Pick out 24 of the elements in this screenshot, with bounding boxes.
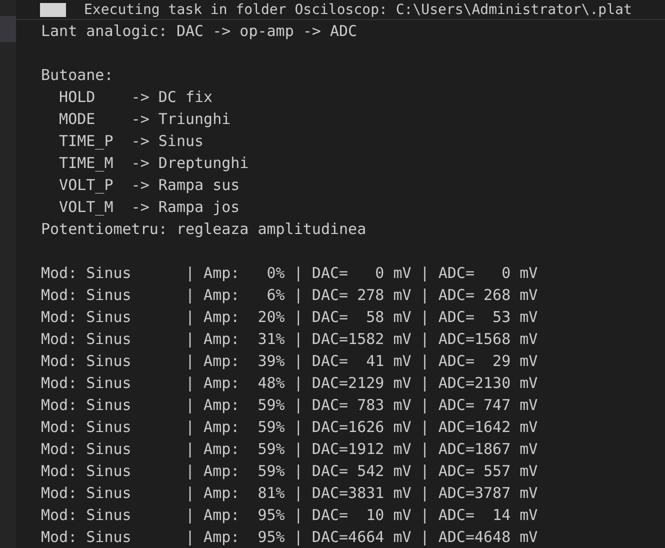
terminal-line: VOLT_M -> Rampa jos (58, 197, 241, 218)
terminal-line: VOLT_P -> Rampa sus (58, 175, 241, 196)
terminal-line: Mod: Sinus | Amp: 59% | DAC= 542 mV | ADC= 557 mV (41, 461, 539, 482)
terminal-line: Mod: Sinus | Amp: 95% | DAC= 10 mV | ADC= 14 mV (41, 505, 539, 526)
terminal-line: Mod: Sinus | Amp: 39% | DAC= 41 mV | ADC= 29 mV (41, 351, 539, 372)
terminal-line: Mod: Sinus | Amp: 0% | DAC= 0 mV | ADC= 0 mV (41, 263, 539, 284)
terminal-line: TIME_P -> Sinus (58, 131, 205, 152)
terminal-line: Mod: Sinus | Amp: 59% | DAC=1626 mV | ADC=1642 mV (41, 417, 539, 438)
task-banner-text: Executing task in folder Osciloscop: C:\Users\Administrator\.plat (84, 0, 632, 19)
terminal-line: HOLD -> DC fix (58, 87, 214, 108)
terminal-line: Mod: Sinus | Amp: 20% | DAC= 58 mV | ADC= 53 mV (41, 307, 539, 328)
terminal-line: Mod: Sinus | Amp: 6% | DAC= 278 mV | ADC= 268 mV (41, 285, 539, 306)
terminal-line: Mod: Sinus | Amp: 31% | DAC=1582 mV | ADC=1568 mV (41, 329, 539, 350)
square-icon (40, 2, 66, 16)
terminal-line: Mod: Sinus | Amp: 59% | DAC=1912 mV | ADC=1867 mV (41, 439, 539, 460)
terminal-line: Mod: Sinus | Amp: 81% | DAC=3831 mV | ADC=3787 mV (41, 483, 539, 504)
terminal-line: Potentiometru: regleaza amplitudinea (41, 219, 368, 240)
terminal-line: TIME_M -> Dreptunghi (58, 153, 250, 174)
terminal-line: Mod: Sinus | Amp: 95% | DAC=4664 mV | ADC=4648 mV (41, 527, 539, 548)
terminal-line: Lant analogic: DAC -> op-amp -> ADC (41, 21, 358, 42)
terminal-line: Mod: Sinus | Amp: 48% | DAC=2129 mV | ADC=2130 mV (41, 373, 539, 394)
terminal-line: MODE -> Triunghi (58, 109, 232, 130)
terminal-line: Mod: Sinus | Amp: 59% | DAC= 783 mV | ADC= 747 mV (41, 395, 539, 416)
terminal-line: Butoane: (41, 65, 114, 86)
